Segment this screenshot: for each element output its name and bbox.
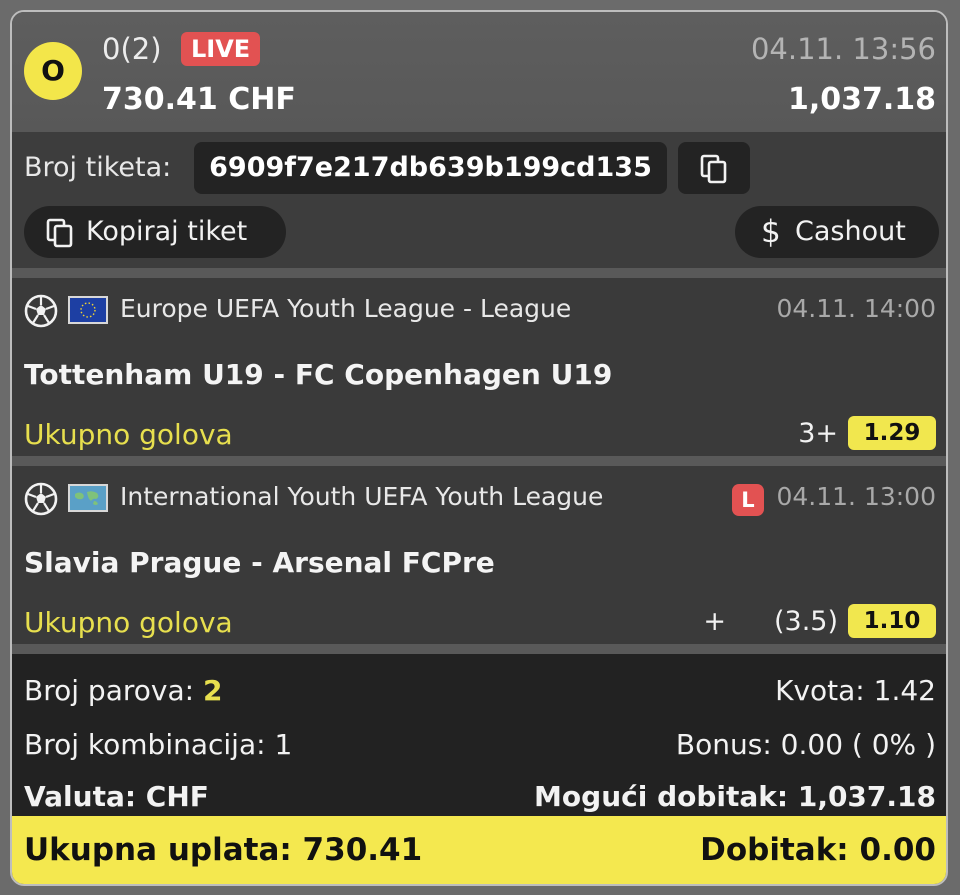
divider bbox=[12, 456, 946, 466]
possible-win: Mogući dobitak: 1,037.18 bbox=[534, 780, 936, 813]
ticket-actions: Broj tiketa: 6909f7e217db639b199cd135 Ko… bbox=[12, 132, 946, 268]
copy-icon bbox=[700, 154, 727, 184]
copy-ticket-id-button[interactable] bbox=[678, 142, 750, 194]
soccer-ball-icon bbox=[24, 482, 58, 516]
divider bbox=[12, 268, 946, 278]
total-odds: Kvota: 1.42 bbox=[775, 674, 936, 707]
league-name: Europe UEFA Youth League - League bbox=[120, 294, 572, 323]
bet-count: 0(2) bbox=[102, 32, 162, 66]
odd-badge: 1.29 bbox=[848, 416, 936, 450]
pairs-label: Broj parova: bbox=[24, 674, 195, 707]
ticket-id-value: 6909f7e217db639b199cd135 bbox=[194, 142, 667, 194]
eu-flag-icon bbox=[68, 296, 108, 324]
cashout-label: Cashout bbox=[795, 216, 906, 247]
match-row[interactable]: Europe UEFA Youth League - League 04.11.… bbox=[12, 278, 946, 456]
ticket-summary: Broj parova: 2 Kvota: 1.42 Broj kombinac… bbox=[12, 654, 946, 816]
match-time: 04.11. 14:00 bbox=[776, 294, 936, 323]
copy-ticket-label: Kopiraj tiket bbox=[86, 216, 248, 247]
pick-sign: + bbox=[703, 606, 726, 637]
odd-badge: 1.10 bbox=[848, 604, 936, 638]
pick-value: 3+ bbox=[798, 418, 838, 449]
stake-amount: 730.41 CHF bbox=[102, 82, 296, 117]
payout-amount: 1,037.18 bbox=[787, 82, 936, 117]
match-time: 04.11. 13:00 bbox=[776, 482, 936, 511]
market-name: Ukupno golova bbox=[24, 606, 233, 639]
live-badge: LIVE bbox=[181, 32, 261, 66]
pairs-value: 2 bbox=[202, 674, 223, 707]
divider bbox=[12, 644, 946, 654]
dollar-icon: $ bbox=[761, 214, 781, 250]
ticket-status-indicator: O bbox=[24, 42, 82, 100]
market-name: Ukupno golova bbox=[24, 418, 233, 451]
total-stake: Ukupna uplata: 730.41 bbox=[24, 832, 423, 868]
bonus-value: Bonus: 0.00 ( 0% ) bbox=[675, 728, 936, 761]
ticket-header: O 0(2) LIVE 04.11. 13:56 730.41 CHF 1,03… bbox=[12, 12, 946, 132]
cashout-button[interactable]: $ Cashout bbox=[735, 206, 939, 258]
copy-ticket-button[interactable]: Kopiraj tiket bbox=[24, 206, 286, 258]
ticket-card: O 0(2) LIVE 04.11. 13:56 730.41 CHF 1,03… bbox=[10, 10, 948, 886]
currency-value: Valuta: CHF bbox=[24, 780, 209, 813]
win-amount: Dobitak: 0.00 bbox=[700, 832, 936, 868]
copy-icon bbox=[46, 218, 73, 248]
live-indicator: L bbox=[732, 484, 764, 516]
ticket-id-label: Broj tiketa: bbox=[24, 152, 172, 183]
match-teams: Tottenham U19 - FC Copenhagen U19 bbox=[24, 358, 613, 391]
pairs-count: Broj parova: 2 bbox=[24, 674, 222, 707]
placed-time: 04.11. 13:56 bbox=[750, 32, 936, 66]
pick-value: (3.5) bbox=[773, 606, 838, 637]
world-flag-icon bbox=[68, 484, 108, 512]
match-row[interactable]: International Youth UEFA Youth League L … bbox=[12, 466, 946, 644]
match-teams: Slavia Prague - Arsenal FCPre bbox=[24, 546, 495, 579]
league-name: International Youth UEFA Youth League bbox=[120, 482, 604, 511]
ticket-footer: Ukupna uplata: 730.41 Dobitak: 0.00 bbox=[12, 816, 946, 884]
combinations-count: Broj kombinacija: 1 bbox=[24, 728, 293, 761]
soccer-ball-icon bbox=[24, 294, 58, 328]
